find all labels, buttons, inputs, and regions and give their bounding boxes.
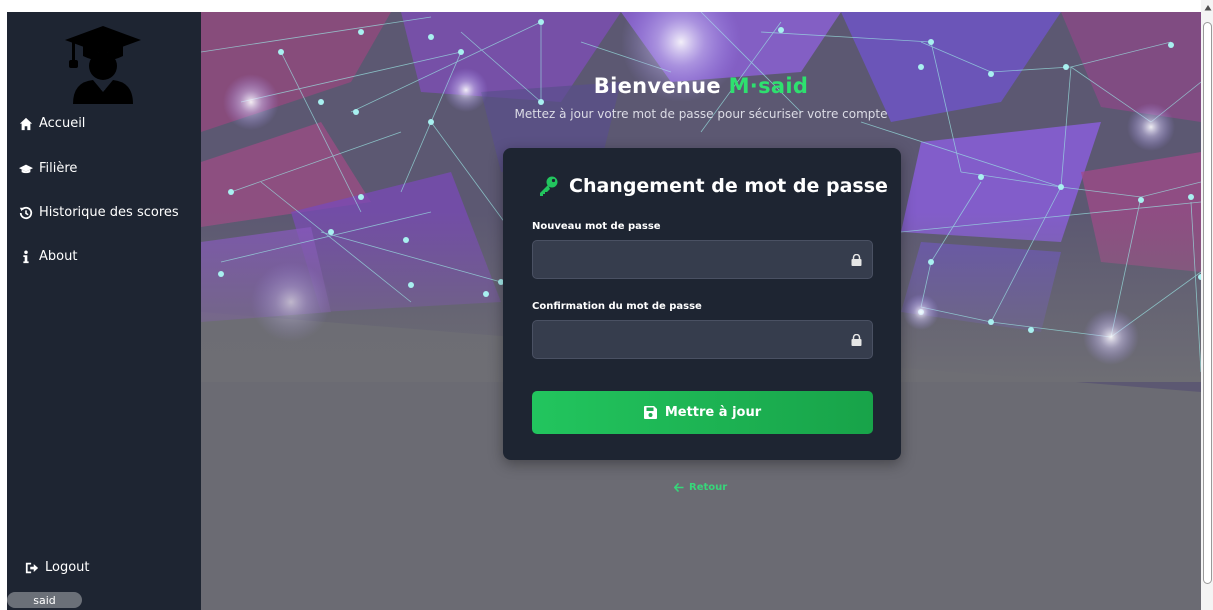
scroll-up-arrow-icon[interactable]	[1204, 4, 1212, 12]
logout-label: Logout	[45, 560, 90, 575]
info-icon	[23, 249, 29, 263]
sidebar-item-label: Accueil	[39, 116, 86, 131]
new-password-field-wrapper	[532, 240, 873, 279]
password-change-card: Changement de mot de passe Nouveau mot d…	[503, 148, 901, 460]
confirm-password-label: Confirmation du mot de passe	[532, 301, 702, 312]
back-link-label: Retour	[689, 482, 728, 493]
sidebar-item-filiere[interactable]: Filière	[19, 161, 77, 176]
lock-icon	[851, 254, 862, 266]
logout-button[interactable]: Logout	[25, 560, 90, 575]
sidebar-item-label: Historique des scores	[39, 205, 179, 220]
history-icon	[19, 206, 33, 219]
welcome-username: M·said	[728, 74, 809, 98]
sidebar-item-label: Filière	[39, 161, 78, 176]
card-title: Changement de mot de passe	[537, 175, 888, 197]
home-icon	[19, 117, 33, 130]
graduation-cap-icon	[19, 164, 33, 173]
page-subtitle: Mettez à jour votre mot de passe pour sé…	[514, 107, 888, 121]
sidebar-item-label: About	[39, 249, 78, 264]
back-link[interactable]: Retour	[674, 482, 727, 493]
sidebar: Accueil Filière Historique des scores Ab…	[7, 12, 201, 610]
confirm-password-field-wrapper	[532, 320, 873, 359]
sidebar-item-historique[interactable]: Historique des scores	[19, 205, 179, 220]
welcome-heading: Bienvenue M·said	[201, 74, 1201, 98]
new-password-input[interactable]	[533, 241, 872, 278]
sidebar-item-about[interactable]: About	[19, 249, 77, 264]
arrow-left-icon	[674, 483, 684, 492]
scrollbar-thumb[interactable]	[1203, 22, 1212, 584]
update-password-button[interactable]: Mettre à jour	[532, 391, 873, 434]
logout-icon	[25, 562, 39, 573]
key-icon	[540, 176, 558, 196]
new-password-label: Nouveau mot de passe	[532, 221, 661, 232]
main-content: Bienvenue M·said Mettez à jour votre mot…	[201, 12, 1201, 610]
card-title-text: Changement de mot de passe	[569, 175, 888, 197]
graduate-avatar-icon	[65, 26, 141, 104]
welcome-prefix: Bienvenue	[593, 74, 721, 98]
sidebar-item-accueil[interactable]: Accueil	[19, 116, 85, 131]
save-icon	[643, 406, 657, 419]
vertical-scrollbar[interactable]	[1201, 0, 1213, 610]
update-button-label: Mettre à jour	[664, 405, 762, 420]
lock-icon	[851, 334, 862, 346]
confirm-password-input[interactable]	[533, 321, 872, 358]
username-badge: said	[7, 592, 82, 608]
